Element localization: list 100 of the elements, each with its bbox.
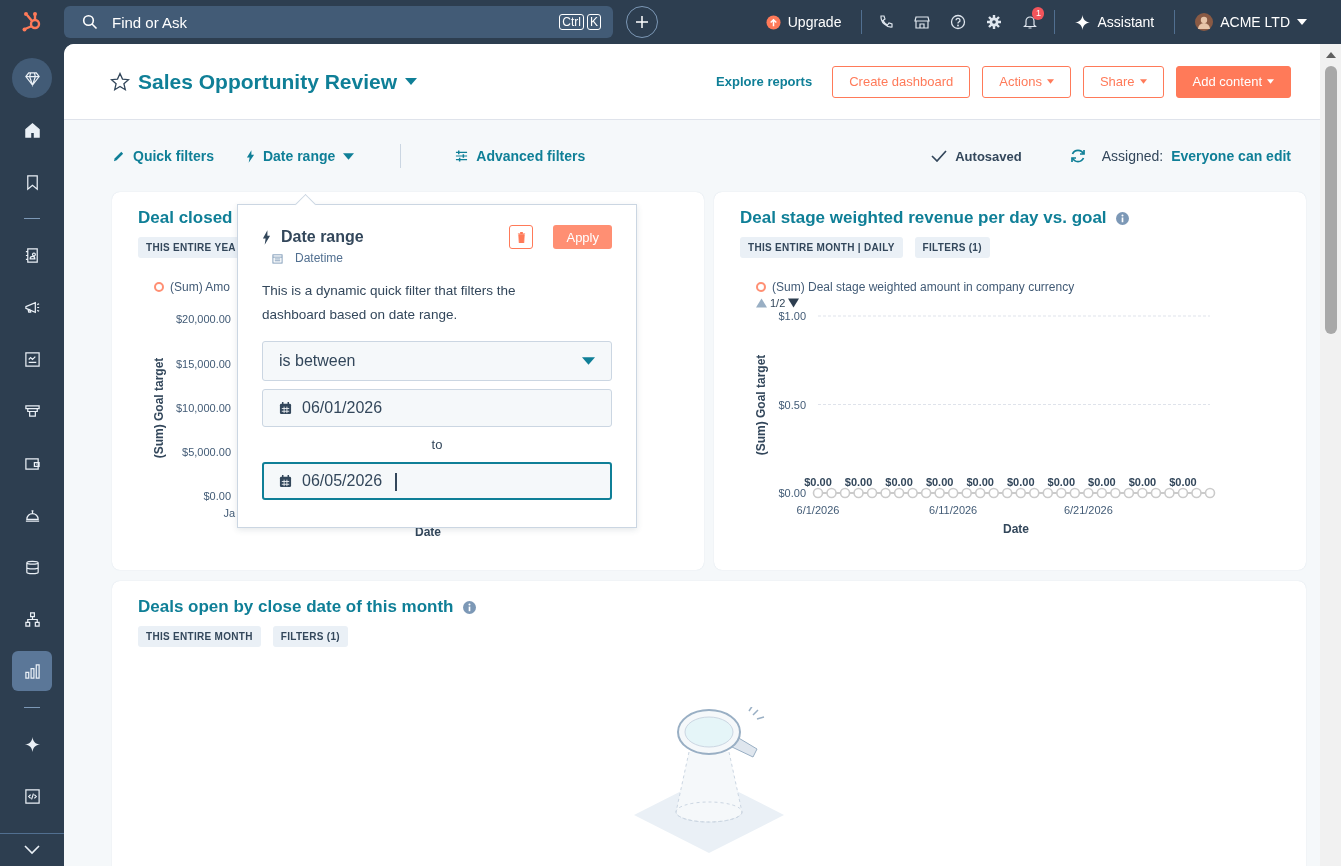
date-input[interactable]: 06/05/2026 [302, 472, 402, 490]
chart-point[interactable] [812, 487, 824, 499]
legend-label: (Sum) Deal stage weighted amount in company currency [772, 280, 1075, 294]
chart-point[interactable] [1137, 487, 1148, 499]
content-icon [23, 350, 41, 368]
data-label: $0.00 [925, 476, 954, 488]
advanced-filters-button[interactable]: Advanced filters [455, 148, 586, 164]
filter-tag[interactable]: FILTERS (1) [272, 626, 348, 647]
y-axis-tick: $15,000.00 [175, 358, 231, 370]
header-button[interactable]: Actions [982, 65, 1071, 98]
permissions-link[interactable]: Everyone can edit [1171, 148, 1291, 164]
x-axis-tick: 6/11/2026 [929, 504, 978, 516]
report-title[interactable]: Deals open by close date of this month [138, 597, 1280, 617]
report-title[interactable]: Deal stage weighted revenue per day vs. goal [740, 208, 1280, 228]
plus-icon [635, 15, 649, 29]
chart-point[interactable] [1056, 487, 1067, 499]
data-label: $0.00 [804, 476, 832, 488]
x-axis-tick: 6/1/2026 [796, 504, 840, 516]
legend-marker [154, 282, 164, 292]
date-input[interactable]: 06/01/2026 [302, 399, 402, 417]
info-icon[interactable] [462, 600, 476, 614]
y-axis-tick: $1.00 [778, 310, 806, 322]
data-label: $0.00 [966, 476, 994, 488]
chart-point[interactable] [1083, 487, 1094, 499]
chart-point[interactable] [853, 487, 864, 499]
date-range-button[interactable]: Date range [245, 148, 355, 164]
chart-point[interactable] [1164, 487, 1175, 499]
scrollbar[interactable] [1320, 44, 1341, 866]
data-label: $0.00 [1047, 476, 1076, 488]
assigned-label: Assigned: [1101, 148, 1164, 164]
chart-point[interactable] [880, 487, 891, 499]
filter-tag[interactable]: THIS ENTIRE MONTH | DAILY [740, 237, 903, 258]
y-axis-tick: $20,000.00 [175, 313, 231, 325]
caret-icon [582, 357, 595, 365]
upgrade-button[interactable]: Upgrade [751, 14, 856, 30]
lightning-icon [262, 229, 271, 245]
chart-point[interactable] [1042, 487, 1054, 499]
notification-icon[interactable] [1022, 14, 1039, 30]
header-button[interactable]: Add content [1175, 65, 1291, 98]
page-up-icon[interactable] [756, 298, 767, 308]
calendar-icon [272, 252, 283, 264]
data-label: $0.00 [1007, 476, 1035, 488]
header-button[interactable]: Share [1082, 65, 1164, 98]
code-icon [23, 787, 41, 805]
explore-reports-link[interactable]: Explore reports [716, 74, 813, 89]
search-input[interactable]: Find or Ask [112, 13, 546, 31]
settings-icon[interactable] [986, 14, 1003, 30]
chart-point[interactable] [1069, 487, 1081, 499]
info-icon[interactable] [1115, 211, 1129, 225]
delete-button[interactable] [509, 225, 534, 249]
chart-point[interactable] [839, 487, 851, 499]
phone-icon[interactable] [878, 14, 895, 30]
diamond-nav-button[interactable] [12, 58, 52, 98]
chart-point[interactable] [1029, 487, 1040, 499]
chart-point[interactable] [988, 487, 999, 499]
store-icon[interactable] [914, 14, 931, 30]
quick-filters-button[interactable]: Quick filters [112, 148, 214, 164]
chart-point[interactable] [1015, 487, 1027, 499]
filter-tag[interactable]: FILTERS (1) [914, 237, 990, 258]
assistant-button[interactable]: Assistant [1061, 14, 1169, 30]
y-axis-tick: $0.00 [778, 487, 806, 499]
chart-point[interactable] [1150, 487, 1162, 499]
chart-point[interactable] [974, 487, 986, 499]
page-down-icon[interactable] [788, 298, 800, 308]
chart-point[interactable] [907, 487, 918, 499]
y-axis-tick: $10,000.00 [175, 402, 231, 414]
help-icon[interactable] [950, 14, 967, 30]
filter-tag[interactable]: THIS ENTIRE MONTH [138, 626, 261, 647]
chart-point[interactable] [947, 487, 959, 499]
chart-point[interactable] [1204, 487, 1216, 499]
header-button[interactable]: Create dashboard [832, 65, 971, 98]
chart-point[interactable] [1001, 487, 1013, 499]
chart-point[interactable] [1110, 487, 1121, 499]
x-axis-label: Date [1003, 522, 1029, 536]
chart-point[interactable] [1177, 487, 1189, 499]
account-menu[interactable]: ACME LTD [1181, 13, 1321, 31]
reports-nav-button[interactable] [12, 651, 52, 691]
star-icon[interactable] [110, 71, 130, 92]
chart-point[interactable] [934, 487, 945, 499]
chart-point[interactable] [1123, 487, 1135, 499]
sliders-icon [455, 150, 469, 162]
sparkle-icon [23, 735, 41, 753]
refresh-icon[interactable] [1069, 148, 1086, 164]
scroll-up-icon[interactable] [1325, 52, 1336, 58]
chevron-down-icon[interactable] [24, 845, 40, 855]
chart-point[interactable] [920, 487, 932, 499]
avatar-icon [1195, 13, 1214, 31]
filter-description: This is a dynamic quick filter that filters the dashboard based on date range. [262, 282, 517, 324]
caret-icon[interactable] [405, 78, 418, 85]
operator-dropdown[interactable]: is between [262, 341, 612, 381]
scroll-thumb[interactable] [1324, 66, 1337, 334]
keyboard-key: Ctrl [559, 14, 584, 30]
chart-point[interactable] [961, 487, 972, 499]
chart-point[interactable] [893, 487, 905, 499]
chart-point[interactable] [1096, 487, 1108, 499]
chart-point[interactable] [826, 487, 837, 499]
dashboard-title[interactable]: Sales Opportunity Review [138, 69, 398, 94]
chart-point[interactable] [866, 487, 878, 499]
chart-point[interactable] [1191, 487, 1202, 499]
search-field[interactable]: Find or Ask Ctrl K [64, 6, 613, 38]
